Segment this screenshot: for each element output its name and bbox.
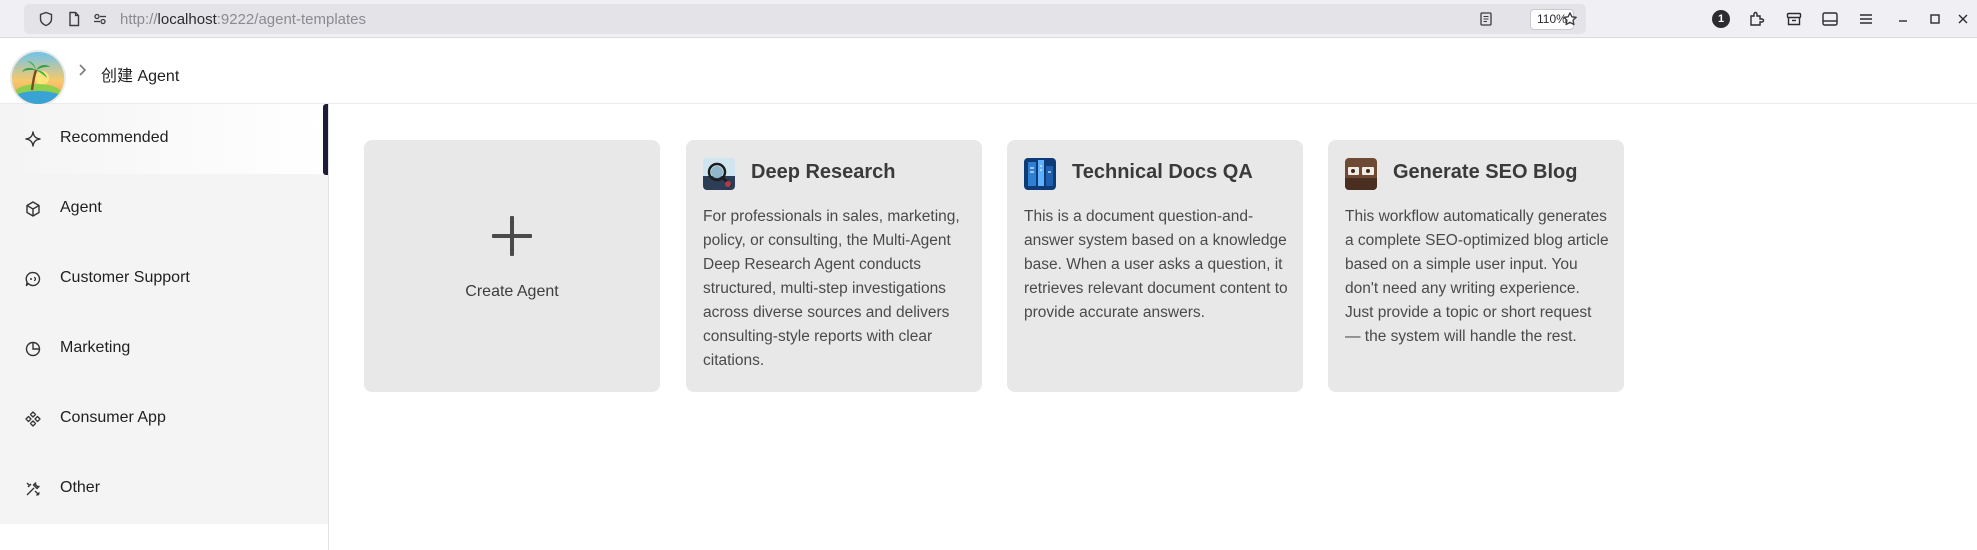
url-text[interactable]: http://localhost:9222/agent-templates: [120, 11, 366, 28]
minimize-icon[interactable]: [1894, 11, 1912, 29]
sidebar-item-label: Marketing: [60, 339, 131, 356]
sidebar-item-marketing[interactable]: Marketing: [0, 314, 328, 384]
bookmark-star-icon[interactable]: [1562, 11, 1578, 27]
research-image-icon: [703, 158, 735, 190]
template-card-deep-research[interactable]: Deep Research For professionals in sales…: [686, 140, 982, 392]
seo-blog-thumbnail: [1345, 158, 1377, 190]
breadcrumb-current: 创建 Agent: [101, 68, 180, 85]
extension-badge[interactable]: 1: [1712, 10, 1730, 28]
close-window-icon[interactable]: [1954, 10, 1972, 28]
sidebar-item-label: Agent: [60, 199, 102, 216]
sidebar-item-other[interactable]: Other: [0, 454, 328, 524]
sidebar-item-label: Consumer App: [60, 409, 166, 426]
sparkle-icon: [25, 131, 41, 147]
sidebar-item-label: Recommended: [60, 129, 169, 146]
create-agent-card[interactable]: Create Agent: [364, 140, 660, 392]
pie-chart-icon: [25, 341, 41, 357]
extensions-puzzle-icon[interactable]: [1748, 10, 1766, 28]
sidebar-footer: [0, 524, 328, 550]
template-card-generate-seo-blog[interactable]: Generate SEO Blog This workflow automati…: [1328, 140, 1624, 392]
chat-bubble-icon: [25, 271, 41, 287]
page-icon[interactable]: [66, 11, 82, 27]
chevron-right-icon: [79, 64, 87, 76]
card-title: Technical Docs QA: [1072, 161, 1253, 183]
maximize-icon[interactable]: [1926, 10, 1944, 28]
app-header: 创建 Agent: [0, 38, 1977, 104]
url-path: :9222/agent-templates: [216, 11, 367, 28]
docs-image-icon: [1024, 158, 1056, 190]
shield-icon[interactable]: [38, 11, 54, 27]
blog-image-icon: [1345, 158, 1377, 190]
browser-toolbar: http://localhost:9222/agent-templates 11…: [0, 0, 1977, 38]
sidebar-toggle-icon[interactable]: [1821, 10, 1839, 28]
sidebar-item-label: Customer Support: [60, 269, 190, 286]
category-sidebar: Recommended Agent Customer Support Marke…: [0, 104, 328, 524]
template-card-technical-docs-qa[interactable]: Technical Docs QA This is a document que…: [1007, 140, 1303, 392]
sidebar-item-agent[interactable]: Agent: [0, 174, 328, 244]
plus-icon: [492, 216, 532, 256]
sidebar-item-recommended[interactable]: Recommended: [0, 104, 328, 175]
address-bar[interactable]: http://localhost:9222/agent-templates 11…: [24, 4, 1586, 34]
permissions-icon[interactable]: [92, 11, 108, 27]
island-logo-icon: [12, 52, 64, 104]
sidebar-item-customer-support[interactable]: Customer Support: [0, 244, 328, 314]
container-icon[interactable]: [1785, 10, 1803, 28]
card-description: This is a document question-and-answer s…: [1024, 208, 1288, 321]
create-agent-label: Create Agent: [465, 283, 559, 300]
sidebar-item-consumer-app[interactable]: Consumer App: [0, 384, 328, 454]
app-logo[interactable]: [12, 52, 64, 104]
card-title: Generate SEO Blog: [1393, 161, 1578, 183]
card-description: For professionals in sales, marketing, p…: [703, 208, 960, 369]
url-scheme: http://: [120, 11, 158, 28]
component-icon: [25, 411, 41, 427]
cube-icon: [26, 201, 40, 217]
sidebar-divider: [328, 104, 329, 550]
url-host: localhost: [157, 11, 217, 28]
sidebar-item-label: Other: [60, 479, 101, 496]
card-title: Deep Research: [751, 161, 896, 183]
menu-hamburger-icon[interactable]: [1857, 10, 1875, 28]
reader-view-icon[interactable]: [1478, 11, 1494, 27]
technical-docs-thumbnail: [1024, 158, 1056, 190]
deep-research-thumbnail: [703, 158, 735, 190]
card-description: This workflow automatically generates a …: [1345, 208, 1609, 345]
tools-icon: [26, 482, 40, 496]
